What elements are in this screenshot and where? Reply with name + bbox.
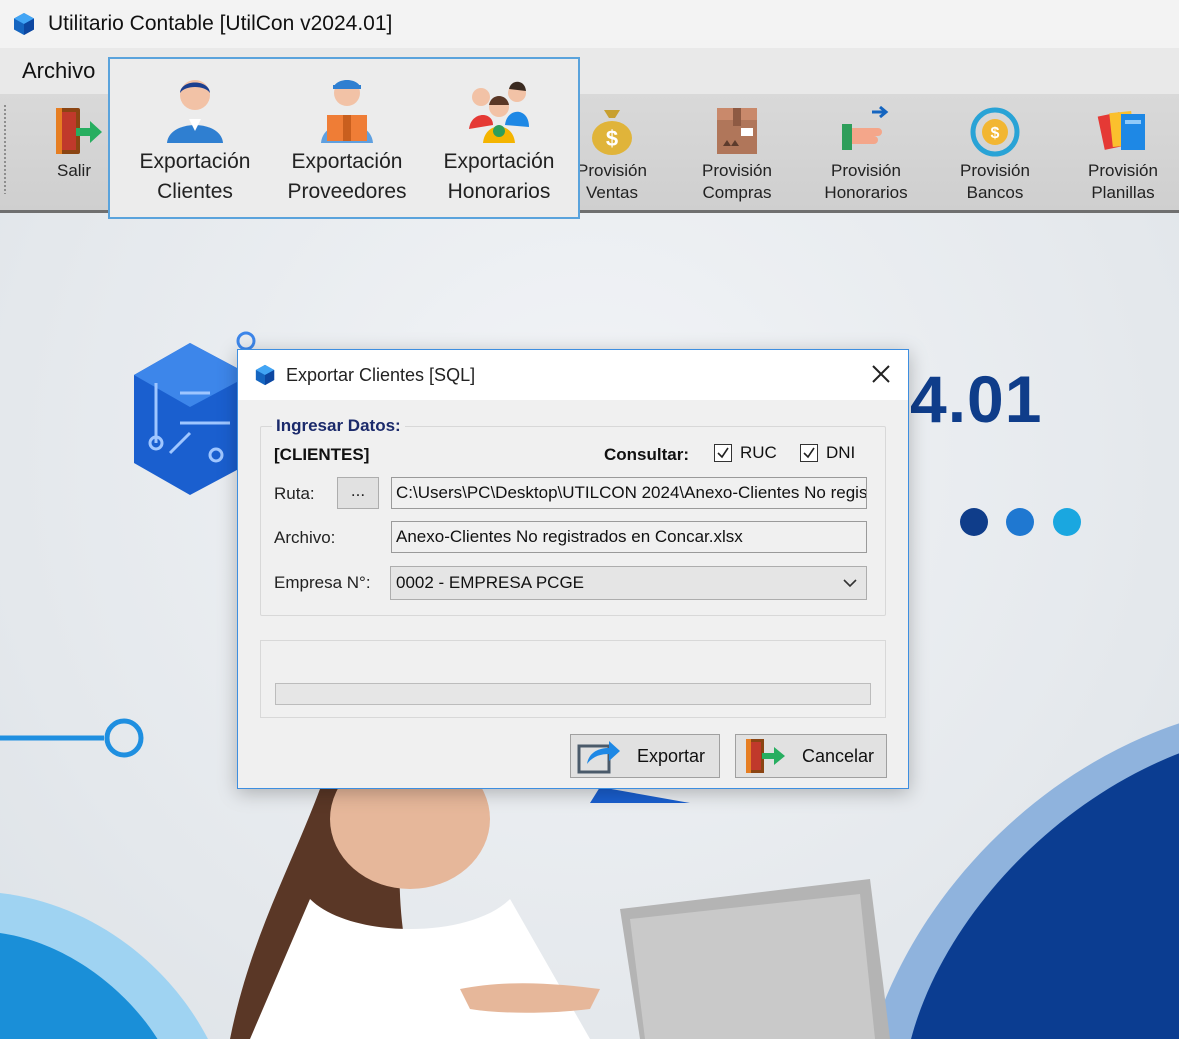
checkbox-box[interactable] <box>800 444 818 462</box>
cancelar-button[interactable]: Cancelar <box>735 734 887 778</box>
provision-compras-button[interactable]: Provisión Compras <box>692 94 782 210</box>
box-icon <box>717 108 757 154</box>
provision-compras-line1: Provisión <box>702 161 772 180</box>
progress-group <box>260 640 886 718</box>
provision-ventas-line2: Ventas <box>586 183 638 202</box>
decor-dot <box>960 508 988 536</box>
provision-bancos-line1: Provisión <box>960 161 1030 180</box>
browse-button[interactable]: ... <box>337 477 379 509</box>
check-icon <box>717 447 729 459</box>
decor-dot <box>1053 508 1081 536</box>
consultar-label: Consultar: <box>604 445 689 464</box>
svg-text:$: $ <box>606 126 618 151</box>
decor-dot <box>1006 508 1034 536</box>
client-user-icon <box>167 80 223 143</box>
exportacion-honorarios-line2: Honorarios <box>447 180 551 203</box>
exportar-button[interactable]: Exportar <box>570 734 720 778</box>
coin-cycle-icon: $ <box>970 107 1020 157</box>
salir-button[interactable]: Salir <box>34 94 114 210</box>
window-title: Utilitario Contable [UtilCon v2024.01] <box>48 12 393 35</box>
toolbar-grip[interactable] <box>3 104 7 194</box>
provision-planillas-line2: Planillas <box>1091 183 1155 202</box>
hexagon-logo-icon <box>255 364 275 386</box>
archivo-label: Archivo: <box>274 528 336 547</box>
exportacion-clientes-item[interactable]: Exportación Clientes <box>120 59 270 219</box>
menu-archivo[interactable]: Archivo <box>22 58 95 84</box>
dni-label: DNI <box>826 443 856 462</box>
provision-honorarios-line1: Provisión <box>831 161 901 180</box>
checkbox-box[interactable] <box>714 444 732 462</box>
group-people-icon <box>469 81 529 143</box>
hexagon-logo-icon <box>14 13 34 35</box>
archivo-input[interactable]: Anexo-Clientes No registrados en Concar.… <box>391 521 867 553</box>
hand-icon <box>842 105 889 150</box>
woman-with-laptop-photo <box>230 789 890 1039</box>
ruc-checkbox[interactable]: RUC <box>714 443 777 463</box>
dni-checkbox[interactable]: DNI <box>800 443 855 463</box>
provision-planillas-line1: Provisión <box>1088 161 1158 180</box>
money-bag-icon: $ <box>592 110 632 155</box>
exportacion-proveedores-item[interactable]: Exportación Proveedores <box>272 59 422 219</box>
exportacion-honorarios-item[interactable]: Exportación Honorarios <box>424 59 574 219</box>
version-banner: 4.01 <box>910 362 1043 436</box>
section-label: [CLIENTES] <box>274 445 370 464</box>
provision-honorarios-line2: Honorarios <box>824 183 908 202</box>
dialog-title-bar[interactable]: Exportar Clientes [SQL] <box>238 350 908 400</box>
provision-ventas-line1: Provisión <box>577 161 647 180</box>
progress-bar <box>275 683 871 705</box>
exit-door-icon <box>56 108 102 154</box>
window-title-bar: Utilitario Contable [UtilCon v2024.01] <box>0 0 1179 48</box>
export-arrow-icon <box>577 741 620 774</box>
close-icon[interactable] <box>868 361 894 387</box>
svg-text:$: $ <box>991 125 1000 142</box>
provision-ventas-button[interactable]: $ Provisión Ventas <box>567 94 657 210</box>
ruta-input[interactable]: C:\Users\PC\Desktop\UTILCON 2024\Anexo-C… <box>391 477 867 509</box>
cancelar-label: Cancelar <box>802 745 875 766</box>
empresa-selected-value: 0002 - EMPRESA PCGE <box>396 573 585 592</box>
ruta-label: Ruta: <box>274 484 315 503</box>
exportacion-honorarios-line1: Exportación <box>443 150 555 173</box>
provision-honorarios-button[interactable]: Provisión Honorarios <box>820 94 912 210</box>
exportacion-proveedores-line2: Proveedores <box>287 180 407 203</box>
empresa-label: Empresa N°: <box>274 573 371 592</box>
chevron-down-icon <box>843 579 857 588</box>
exportacion-clientes-line1: Exportación <box>139 150 251 173</box>
ruc-label: RUC <box>740 443 777 462</box>
exportacion-clientes-line2: Clientes <box>157 180 233 203</box>
provision-planillas-button[interactable]: Provisión Planillas <box>1078 94 1168 210</box>
salir-label: Salir <box>56 161 91 180</box>
circuit-line-decor <box>0 718 144 758</box>
exportar-clientes-dialog: Exportar Clientes [SQL] Ingresar Datos: … <box>237 349 909 789</box>
exportacion-dropdown: Exportación Clientes Exportación Proveed… <box>108 57 580 219</box>
provision-bancos-button[interactable]: $ Provisión Bancos <box>950 94 1040 210</box>
exit-door-icon <box>746 739 785 773</box>
empresa-select[interactable]: 0002 - EMPRESA PCGE <box>390 566 867 600</box>
dialog-title: Exportar Clientes [SQL] <box>286 364 476 385</box>
folders-icon <box>1097 110 1145 150</box>
provision-bancos-line2: Bancos <box>966 183 1024 202</box>
check-icon <box>803 447 815 459</box>
group-legend: Ingresar Datos: <box>272 416 405 436</box>
exportar-label: Exportar <box>637 745 706 766</box>
exportacion-proveedores-line1: Exportación <box>291 150 403 173</box>
provision-compras-line2: Compras <box>702 183 772 202</box>
supplier-icon <box>321 80 373 143</box>
